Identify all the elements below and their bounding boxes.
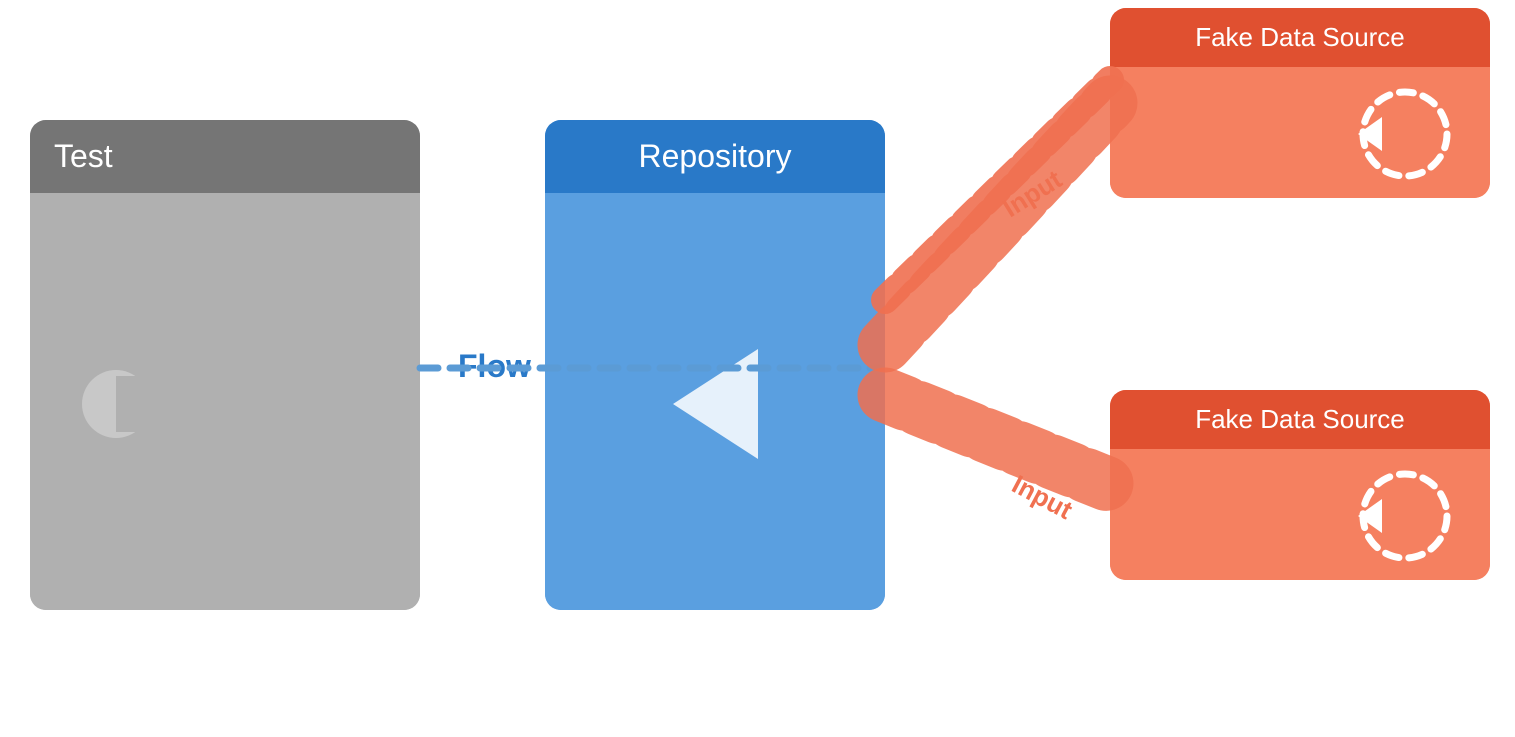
- fake-data-source-top: Fake Data Source: [1110, 8, 1490, 198]
- fake-body-top: [1110, 67, 1490, 198]
- left-arrow-icon: [673, 349, 758, 459]
- input-connection-bottom: [885, 395, 1110, 485]
- dashed-circle-top: [1330, 79, 1460, 189]
- dashed-circle-arrow-icon-top: [1330, 79, 1460, 189]
- fake-header-top: Fake Data Source: [1110, 8, 1490, 67]
- test-block: Test: [30, 120, 420, 610]
- test-title: Test: [54, 138, 113, 174]
- dashed-circle-arrow-icon-bottom: [1330, 461, 1460, 571]
- fake-title-bottom: Fake Data Source: [1195, 404, 1405, 434]
- input-label-bottom: Input: [1007, 469, 1077, 525]
- repo-header: Repository: [545, 120, 885, 193]
- repo-body: [545, 193, 885, 610]
- d-shape-icon: [80, 368, 152, 440]
- flow-label: Flow: [458, 348, 531, 385]
- input-connection-top: [885, 103, 1110, 345]
- fake-body-bottom: [1110, 449, 1490, 580]
- repository-block: Repository: [545, 120, 885, 610]
- dashed-circle-bottom: [1330, 461, 1460, 571]
- test-body: [30, 193, 420, 610]
- fake-header-bottom: Fake Data Source: [1110, 390, 1490, 449]
- repo-title: Repository: [639, 138, 792, 174]
- test-header: Test: [30, 120, 420, 193]
- fake-data-source-bottom: Fake Data Source: [1110, 390, 1490, 580]
- input-label-top: Input: [997, 164, 1067, 223]
- input-connection-top-upper: [885, 80, 1110, 300]
- d-connector: [80, 368, 152, 440]
- main-canvas: Test Repository Fake Data Source: [0, 0, 1515, 737]
- fake-title-top: Fake Data Source: [1195, 22, 1405, 52]
